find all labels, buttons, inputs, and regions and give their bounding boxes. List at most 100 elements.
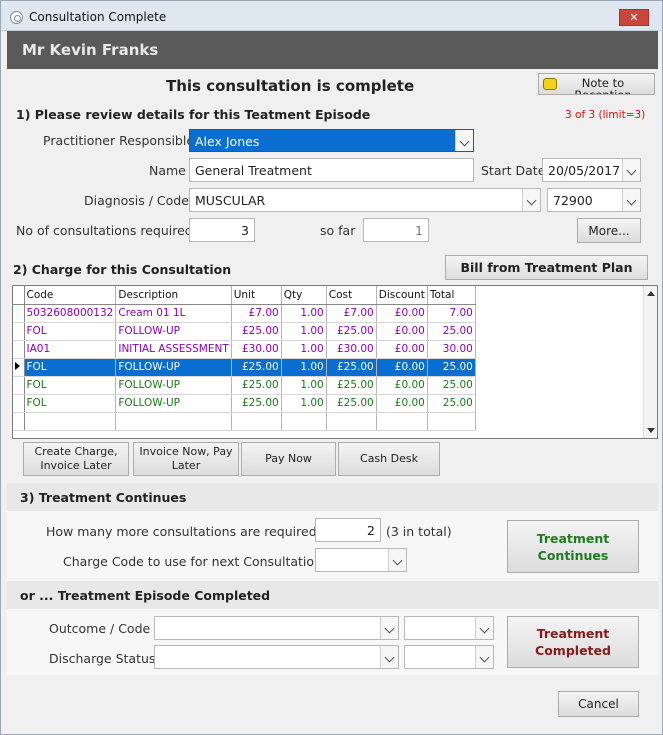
- cell-code: FOL: [24, 394, 117, 413]
- row-indicator-header: [13, 286, 25, 305]
- col-discount[interactable]: Discount: [376, 286, 428, 305]
- treatment-completed-label: Treatment Completed: [535, 626, 611, 658]
- create-charge-button[interactable]: Create Charge, Invoice Later: [23, 442, 129, 476]
- bill-from-plan-button[interactable]: Bill from Treatment Plan: [445, 255, 648, 280]
- cell-description: FOLLOW-UP: [115, 358, 232, 377]
- note-icon: [543, 78, 557, 90]
- table-row[interactable]: FOL FOLLOW-UP £25.00 1.00 £25.00 £0.00 25.00: [13, 394, 476, 413]
- cell-code: 5032608000132: [24, 304, 117, 323]
- chevron-down-icon[interactable]: [622, 159, 640, 181]
- charge-heading: 2) Charge for this Consultation: [13, 262, 232, 277]
- chevron-down-icon[interactable]: [455, 130, 473, 151]
- limit-text: 3 of 3 (limit=3): [565, 109, 646, 121]
- cell-total: 25.00: [427, 358, 476, 377]
- total-text: (3 in total): [386, 524, 452, 539]
- col-cost[interactable]: Cost: [326, 286, 377, 305]
- cell-total: 30.00: [427, 340, 476, 359]
- more-button[interactable]: More...: [577, 218, 641, 243]
- cell-code: FOL: [24, 376, 117, 395]
- cell-cost: £30.00: [326, 340, 377, 359]
- charge-code-select[interactable]: [315, 548, 407, 572]
- continues-heading: 3) Treatment Continues: [20, 490, 187, 505]
- chevron-down-icon[interactable]: [380, 646, 398, 668]
- chevron-down-icon[interactable]: [380, 617, 398, 639]
- cell-total: 7.00: [427, 304, 476, 323]
- consults-required-label: No of consultations required: [16, 223, 193, 238]
- chevron-down-icon[interactable]: [522, 189, 540, 211]
- cell-unit: £25.00: [231, 394, 282, 413]
- col-qty[interactable]: Qty: [281, 286, 327, 305]
- banner-title: This consultation is complete: [166, 77, 415, 95]
- completed-heading: or ... Treatment Episode Completed: [20, 588, 271, 603]
- col-description[interactable]: Description: [115, 286, 232, 305]
- current-row-icon: [15, 362, 20, 370]
- start-date-value: 20/05/2017: [548, 163, 621, 178]
- more-consults-field[interactable]: 2: [315, 518, 381, 542]
- note-button-label: Note to Reception: [574, 75, 632, 95]
- diagnosis-value: MUSCULAR: [195, 193, 266, 208]
- charge-code-label: Charge Code to use for next Consultation: [63, 554, 322, 569]
- so-far-field: 1: [363, 218, 429, 242]
- treatment-continues-button[interactable]: Treatment Continues: [507, 520, 639, 573]
- table-row[interactable]: FOL FOLLOW-UP £25.00 1.00 £25.00 £0.00 25.00: [13, 322, 476, 341]
- cell-discount: £0.00: [376, 340, 428, 359]
- chevron-down-icon[interactable]: [622, 189, 640, 211]
- episode-heading: 1) Please review details for this Teatme…: [16, 107, 371, 122]
- col-unit[interactable]: Unit: [231, 286, 282, 305]
- cell-total: 25.00: [427, 322, 476, 341]
- practitioner-label: Practitioner Responsible: [43, 133, 195, 148]
- treatment-completed-button[interactable]: Treatment Completed: [507, 616, 639, 668]
- cash-desk-button[interactable]: Cash Desk: [338, 442, 440, 476]
- start-date-label: Start Date: [481, 163, 546, 178]
- outcome-code-select[interactable]: [404, 616, 494, 640]
- cancel-button[interactable]: Cancel: [558, 691, 639, 717]
- table-row-empty[interactable]: [13, 412, 476, 431]
- close-button[interactable]: ✕: [619, 9, 649, 26]
- diagnosis-select[interactable]: MUSCULAR: [189, 188, 541, 212]
- practitioner-select[interactable]: Alex Jones: [189, 129, 474, 152]
- invoice-now-button[interactable]: Invoice Now, Pay Later: [133, 442, 239, 476]
- cell-qty: 1.00: [281, 340, 327, 359]
- note-to-reception-button[interactable]: Note to Reception: [538, 73, 655, 95]
- cell-qty: 1.00: [281, 376, 327, 395]
- patient-name: Mr Kevin Franks: [22, 41, 159, 59]
- episode-name-field[interactable]: General Treatment: [189, 158, 474, 182]
- cell-cost: £7.00: [326, 304, 377, 323]
- table-scrollbar[interactable]: [643, 286, 657, 438]
- practitioner-value: Alex Jones: [195, 134, 260, 149]
- cell-description: FOLLOW-UP: [115, 394, 232, 413]
- cell-discount: £0.00: [376, 358, 428, 377]
- table-row[interactable]: FOL FOLLOW-UP £25.00 1.00 £25.00 £0.00 25.00: [13, 358, 476, 377]
- app-icon: [10, 11, 23, 24]
- discharge-code-select[interactable]: [404, 645, 494, 669]
- cell-discount: £0.00: [376, 304, 428, 323]
- cell-qty: 1.00: [281, 394, 327, 413]
- row-indicator: [13, 394, 25, 413]
- cell-cost: £25.00: [326, 322, 377, 341]
- chevron-down-icon[interactable]: [475, 617, 493, 639]
- row-indicator: [13, 304, 25, 323]
- start-date-picker[interactable]: 20/05/2017: [542, 158, 641, 182]
- diagnosis-code-select[interactable]: 72900: [547, 188, 641, 212]
- col-code[interactable]: Code: [24, 286, 117, 305]
- cell-discount: £0.00: [376, 322, 428, 341]
- window-title: Consultation Complete: [29, 10, 167, 24]
- table-row[interactable]: 5032608000132 Cream 01 1L £7.00 1.00 £7.00 £0…: [13, 304, 476, 323]
- consults-required-field[interactable]: 3: [189, 218, 255, 242]
- table-row[interactable]: FOL FOLLOW-UP £25.00 1.00 £25.00 £0.00 25.00: [13, 376, 476, 395]
- cell-unit: £25.00: [231, 376, 282, 395]
- col-total[interactable]: Total: [427, 286, 476, 305]
- chevron-down-icon[interactable]: [388, 549, 406, 571]
- so-far-label: so far: [320, 223, 356, 238]
- cell-unit: £25.00: [231, 358, 282, 377]
- scroll-up-icon[interactable]: [647, 291, 655, 296]
- chevron-down-icon[interactable]: [475, 646, 493, 668]
- outcome-select[interactable]: [154, 616, 399, 640]
- consultation-complete-window: Consultation Complete ✕ Mr Kevin Franks …: [0, 0, 663, 735]
- scroll-down-icon[interactable]: [647, 428, 655, 433]
- pay-now-button[interactable]: Pay Now: [241, 442, 336, 476]
- discharge-select[interactable]: [154, 645, 399, 669]
- cell-description: Cream 01 1L: [115, 304, 232, 323]
- cell-code: IA01: [24, 340, 117, 359]
- table-row[interactable]: IA01 INITIAL ASSESSMENT £30.00 1.00 £30.00 £0…: [13, 340, 476, 359]
